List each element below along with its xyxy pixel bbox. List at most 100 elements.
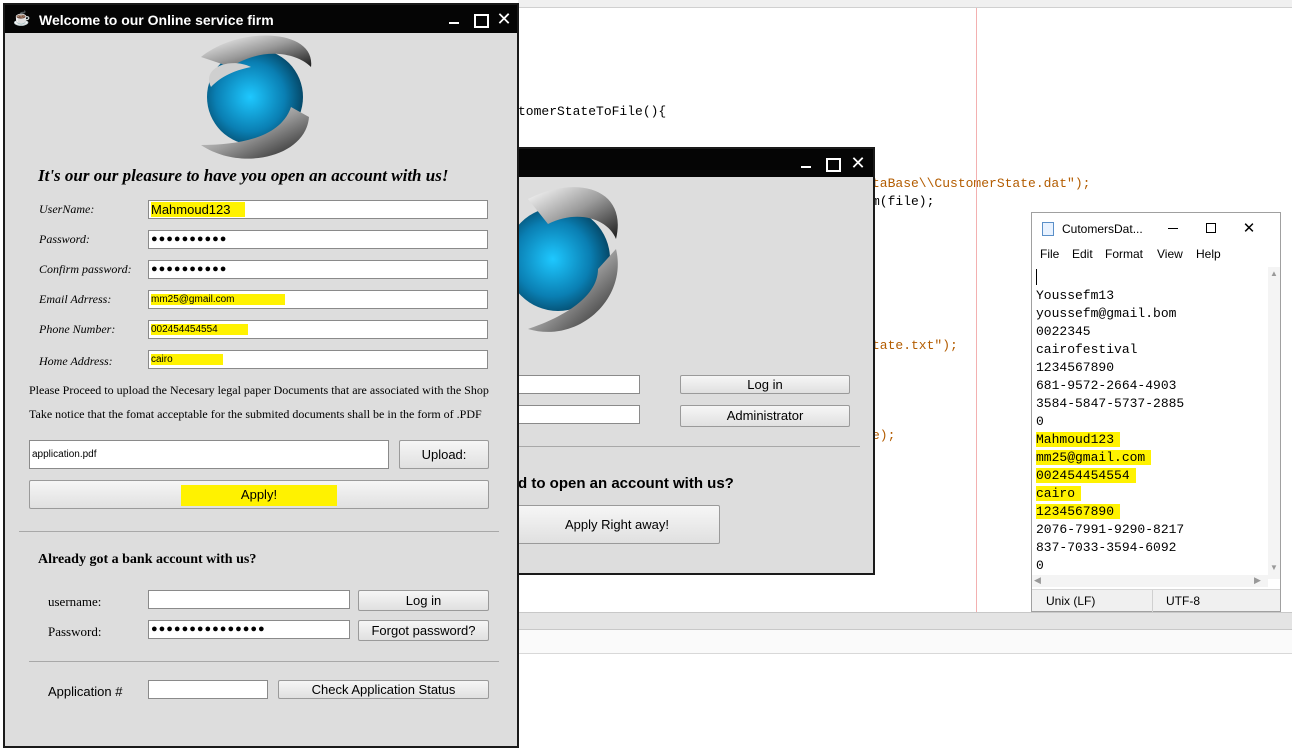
close-icon[interactable]: ✕ — [847, 153, 869, 173]
text-line: 002454454554 — [1036, 467, 1136, 485]
text-line-content: 002454454554 — [1036, 468, 1136, 483]
notepad-text-area[interactable]: Youssefm13 youssefm@gmail.bom 0022345 cairo… — [1032, 267, 1268, 579]
code-line: m(file); — [872, 194, 935, 209]
text-line: 2076-7991-9290-8217 — [1036, 521, 1184, 539]
apply-button[interactable]: Apply! — [29, 480, 489, 509]
file-path-field[interactable]: application.pdf — [29, 440, 389, 469]
status-divider — [1152, 590, 1153, 612]
application-number-input[interactable] — [148, 680, 268, 699]
text-line-content: mm25@gmail.com — [1036, 450, 1152, 465]
text-line-content: youssefm@gmail.bom — [1036, 306, 1177, 321]
text-line-content: Youssefm13 — [1036, 288, 1115, 303]
menu-format[interactable]: Format — [1105, 247, 1143, 261]
scroll-down-icon[interactable]: ▼ — [1270, 563, 1278, 572]
notepad-titlebar: CutomersDat... ✕ — [1032, 213, 1280, 245]
text-line-content: 1234567890 — [1036, 504, 1121, 519]
login-username-field[interactable] — [518, 375, 640, 394]
phone-field[interactable]: 002454454554 — [148, 320, 488, 339]
minimize-icon[interactable] — [795, 153, 817, 173]
vertical-scrollbar[interactable]: ▲ ▼ — [1268, 267, 1280, 579]
login-username-input[interactable] — [148, 590, 350, 609]
check-application-status-button[interactable]: Check Application Status — [278, 680, 489, 699]
email-label: Email Adrress: — [39, 292, 112, 306]
text-line: mm25@gmail.com — [1036, 449, 1152, 467]
window-title: Welcome to our Online service firm — [39, 12, 274, 28]
ide-splitter[interactable] — [518, 612, 1292, 630]
notepad-status-bar: Unix (LF) UTF-8 — [1032, 589, 1280, 612]
username-label: UserName: — [39, 202, 95, 216]
email-field[interactable]: mm25@gmail.com — [148, 290, 488, 309]
text-line-content: 1234567890 — [1036, 360, 1115, 375]
ide-output-tabs — [518, 630, 1292, 654]
horizontal-scrollbar[interactable]: ◀ ▶ — [1032, 575, 1268, 587]
application-number-label: Application # — [48, 684, 123, 699]
divider — [19, 531, 499, 532]
login-window: ✕ Log in Administrator d to open an acco… — [514, 147, 875, 575]
text-line: cairofestival — [1036, 341, 1137, 359]
home-address-field[interactable]: cairo — [148, 350, 488, 369]
coffee-cup-icon: ☕ — [13, 10, 31, 26]
upload-button[interactable]: Upload: — [399, 440, 489, 469]
code-line: tomerStateToFile(){ — [518, 104, 667, 119]
minimize-icon[interactable] — [1162, 217, 1184, 239]
text-line: youssefm@gmail.bom — [1036, 305, 1176, 323]
text-line-content: 837-7033-3594-6092 — [1036, 540, 1177, 555]
text-line: Mahmoud123 — [1036, 431, 1121, 449]
text-line-content: cairofestival — [1036, 342, 1138, 357]
text-line: 1234567890 — [1036, 503, 1121, 521]
maximize-icon[interactable] — [1200, 217, 1222, 239]
second-window-heading: d to open an account with us? — [518, 475, 734, 492]
password-label: Password: — [39, 232, 90, 246]
apply-right-away-button[interactable]: Apply Right away! — [514, 505, 720, 544]
login-password-input[interactable]: ●●●●●●●●●●●●●●● — [148, 620, 350, 639]
home-address-label: Home Address: — [39, 354, 113, 368]
administrator-button[interactable]: Administrator — [680, 405, 850, 427]
login-button[interactable]: Log in — [358, 590, 489, 611]
login-password-label: Password: — [48, 624, 102, 639]
minimize-icon[interactable] — [443, 9, 465, 29]
text-line: 1234567890 — [1036, 359, 1114, 377]
menu-view[interactable]: View — [1157, 247, 1183, 261]
text-line: 837-7033-3594-6092 — [1036, 539, 1176, 557]
login-password-field[interactable] — [518, 405, 640, 424]
scroll-left-icon[interactable]: ◀ — [1034, 575, 1041, 586]
logo-image — [518, 187, 618, 332]
login-button[interactable]: Log in — [680, 375, 850, 394]
confirm-password-field[interactable]: ●●●●●●●●●● — [148, 260, 488, 279]
text-line-content: 0022345 — [1036, 324, 1091, 339]
text-line-content: 3584-5847-5737-2885 — [1036, 396, 1185, 411]
main-window: ☕ Welcome to our Online service firm ✕ I… — [3, 3, 519, 748]
welcome-heading: It's our our pleasure to have you open a… — [38, 166, 449, 185]
menu-edit[interactable]: Edit — [1072, 247, 1093, 261]
menu-file[interactable]: File — [1040, 247, 1059, 261]
scroll-right-icon[interactable]: ▶ — [1254, 575, 1261, 586]
confirm-password-label: Confirm password: — [39, 262, 132, 276]
text-line: 0022345 — [1036, 323, 1091, 341]
maximize-icon[interactable] — [821, 153, 843, 173]
notepad-window: CutomersDat... ✕ File Edit Format View H… — [1031, 212, 1281, 612]
notepad-icon — [1042, 222, 1054, 236]
upload-notice: Please Proceed to upload the Necesary le… — [29, 383, 489, 397]
text-line: 681-9572-2664-4903 — [1036, 377, 1176, 395]
phone-label: Phone Number: — [39, 322, 116, 336]
text-line-content: Mahmoud123 — [1036, 432, 1121, 447]
editor-margin-line — [976, 8, 977, 612]
maximize-icon[interactable] — [469, 9, 491, 29]
divider — [518, 446, 860, 447]
code-line: tate.txt"); — [872, 338, 958, 353]
text-line: cairo — [1036, 485, 1082, 503]
scroll-up-icon[interactable]: ▲ — [1270, 269, 1278, 278]
menu-help[interactable]: Help — [1196, 247, 1221, 261]
forgot-password-button[interactable]: Forgot password? — [358, 620, 489, 641]
text-line-content: cairo — [1036, 486, 1082, 501]
close-icon[interactable]: ✕ — [1238, 219, 1260, 241]
notepad-menu-bar: File Edit Format View Help — [1032, 245, 1280, 267]
text-caret — [1036, 269, 1037, 285]
editor-scrollbar[interactable] — [1282, 8, 1292, 612]
status-encoding: UTF-8 — [1166, 594, 1200, 608]
password-field[interactable]: ●●●●●●●●●● — [148, 230, 488, 249]
status-line-ending: Unix (LF) — [1046, 594, 1096, 608]
close-icon[interactable]: ✕ — [493, 9, 515, 29]
username-field[interactable]: Mahmoud123 — [148, 200, 488, 219]
login-username-label: username: — [48, 594, 102, 609]
